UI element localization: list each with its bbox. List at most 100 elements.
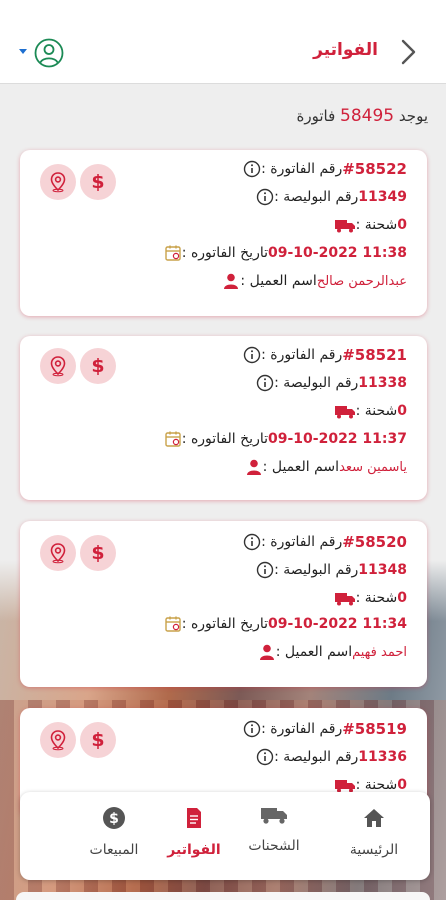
count-prefix: يوجد bbox=[398, 107, 428, 125]
calendar-icon bbox=[165, 431, 181, 447]
user-circle-icon[interactable] bbox=[34, 38, 64, 68]
shipment-label: شحنة : bbox=[355, 590, 398, 606]
info-icon bbox=[256, 561, 274, 579]
truck-icon bbox=[334, 406, 355, 419]
client-name-label: اسم العميل : bbox=[275, 644, 353, 660]
invoice-number: #58521 bbox=[342, 346, 407, 364]
home-icon bbox=[364, 809, 384, 827]
pay-button[interactable]: $ bbox=[80, 535, 116, 571]
invoice-date-row: تاريخ الفاتوره : 09-10-2022 11:38 bbox=[158, 244, 413, 262]
invoice-number-label: رقم الفاتورة : bbox=[261, 721, 343, 737]
truck-icon bbox=[334, 593, 355, 606]
client-name: عبدالرحمن صالح bbox=[316, 273, 407, 289]
info-icon bbox=[243, 720, 261, 738]
invoice-number-label: رقم الفاتورة : bbox=[261, 161, 343, 177]
map-pin-icon bbox=[50, 356, 66, 377]
policy-number-row: رقم البوليصة : 11348 bbox=[250, 561, 413, 579]
map-pin-icon bbox=[50, 543, 66, 564]
calendar-icon bbox=[165, 616, 181, 632]
dollar-icon: $ bbox=[91, 729, 105, 751]
policy-number-label: رقم البوليصة : bbox=[274, 562, 359, 578]
page-title: الفواتير bbox=[313, 40, 378, 60]
nav-invoices[interactable]: الفواتير bbox=[154, 806, 234, 858]
truck-icon bbox=[334, 220, 355, 233]
invoice-card[interactable]: رقم الفاتورة : #58520 رقم البوليصة : 113… bbox=[20, 521, 427, 687]
policy-number-label: رقم البوليصة : bbox=[274, 375, 359, 391]
location-button[interactable] bbox=[40, 722, 76, 758]
caret-down-icon[interactable] bbox=[18, 46, 28, 56]
info-icon bbox=[256, 748, 274, 766]
invoice-number: #58520 bbox=[342, 533, 407, 551]
map-pin-icon bbox=[50, 172, 66, 193]
info-icon bbox=[243, 533, 261, 551]
app-header: الفواتير bbox=[0, 0, 446, 84]
nav-invoices-label: الفواتير bbox=[167, 842, 221, 858]
invoice-date-label: تاريخ الفاتوره : bbox=[181, 431, 268, 447]
client-name-row: اسم العميل : ياسمين سعد bbox=[239, 458, 413, 476]
client-name-row: اسم العميل : احمد فهيم bbox=[252, 643, 413, 661]
info-icon bbox=[256, 374, 274, 392]
shipment-count: 0 bbox=[397, 777, 407, 793]
invoice-number-label: رقم الفاتورة : bbox=[261, 347, 343, 363]
invoice-card[interactable]: رقم الفاتورة : #58522 رقم البوليصة : 113… bbox=[20, 150, 427, 316]
shipment-row: شحنة : 0 bbox=[328, 216, 413, 234]
policy-number-row: رقم البوليصة : 11336 bbox=[250, 748, 413, 766]
shipment-label: شحنة : bbox=[355, 403, 398, 419]
pay-button[interactable]: $ bbox=[80, 348, 116, 384]
invoice-date-label: تاريخ الفاتوره : bbox=[181, 245, 268, 261]
nav-home-label: الرئيسية bbox=[349, 842, 399, 858]
location-button[interactable] bbox=[40, 348, 76, 384]
info-icon bbox=[243, 160, 261, 178]
person-icon bbox=[224, 273, 239, 289]
shipment-row: شحنة : 0 bbox=[328, 589, 413, 607]
client-name-row: اسم العميل : عبدالرحمن صالح bbox=[216, 272, 413, 290]
invoice-number-row: رقم الفاتورة : #58520 bbox=[237, 533, 413, 551]
nav-shipments-label: الشحنات bbox=[248, 838, 300, 854]
nav-home[interactable]: الرئيسية bbox=[334, 806, 414, 858]
invoice-icon bbox=[187, 808, 201, 828]
map-pin-icon bbox=[50, 730, 66, 751]
count-number: 58495 bbox=[340, 106, 395, 126]
pay-button[interactable]: $ bbox=[80, 722, 116, 758]
invoice-count: يوجد 58495 فاتورة bbox=[296, 106, 428, 126]
policy-number-row: رقم البوليصة : 11338 bbox=[250, 374, 413, 392]
invoice-date-row: تاريخ الفاتوره : 09-10-2022 11:34 bbox=[158, 615, 413, 633]
svg-text:$: $ bbox=[109, 811, 119, 827]
invoice-number-row: رقم الفاتورة : #58519 bbox=[237, 720, 413, 738]
shipment-count: 0 bbox=[397, 217, 407, 233]
client-name-label: اسم العميل : bbox=[240, 273, 317, 289]
location-button[interactable] bbox=[40, 164, 76, 200]
shipment-count: 0 bbox=[397, 590, 407, 606]
invoice-date-label: تاريخ الفاتوره : bbox=[181, 616, 268, 632]
person-icon bbox=[259, 644, 274, 660]
client-name: احمد فهيم bbox=[352, 644, 407, 660]
dollar-icon: $ bbox=[91, 171, 105, 193]
invoice-card[interactable]: رقم الفاتورة : #58521 رقم البوليصة : 113… bbox=[20, 336, 427, 500]
client-name: ياسمين سعد bbox=[339, 459, 407, 475]
nav-shipments[interactable]: الشحنات bbox=[234, 802, 314, 854]
policy-number-label: رقم البوليصة : bbox=[274, 749, 359, 765]
bottom-navigation: الرئيسية الشحنات الفواتير $ المبيعات bbox=[20, 792, 430, 880]
policy-number: 11348 bbox=[358, 562, 407, 578]
truck-icon bbox=[261, 808, 287, 824]
invoice-number: #58519 bbox=[342, 720, 407, 738]
policy-number: 11336 bbox=[358, 749, 407, 765]
pay-button[interactable]: $ bbox=[80, 164, 116, 200]
count-suffix: فاتورة bbox=[296, 107, 336, 125]
client-name-label: اسم العميل : bbox=[262, 459, 340, 475]
location-button[interactable] bbox=[40, 535, 76, 571]
nav-sales-label: المبيعات bbox=[89, 842, 139, 858]
policy-number-label: رقم البوليصة : bbox=[274, 189, 359, 205]
calendar-icon bbox=[165, 245, 181, 261]
shipment-label: شحنة : bbox=[355, 777, 398, 793]
invoice-number-label: رقم الفاتورة : bbox=[261, 534, 343, 550]
invoice-number-row: رقم الفاتورة : #58522 bbox=[237, 160, 413, 178]
dollar-icon: $ bbox=[91, 542, 105, 564]
policy-number: 11338 bbox=[358, 375, 407, 391]
invoice-date: 09-10-2022 11:34 bbox=[268, 616, 407, 632]
chevron-right-icon[interactable] bbox=[398, 38, 418, 66]
dollar-icon: $ bbox=[91, 355, 105, 377]
invoice-date: 09-10-2022 11:37 bbox=[268, 431, 407, 447]
nav-sales[interactable]: $ المبيعات bbox=[74, 806, 154, 858]
shipment-count: 0 bbox=[397, 403, 407, 419]
